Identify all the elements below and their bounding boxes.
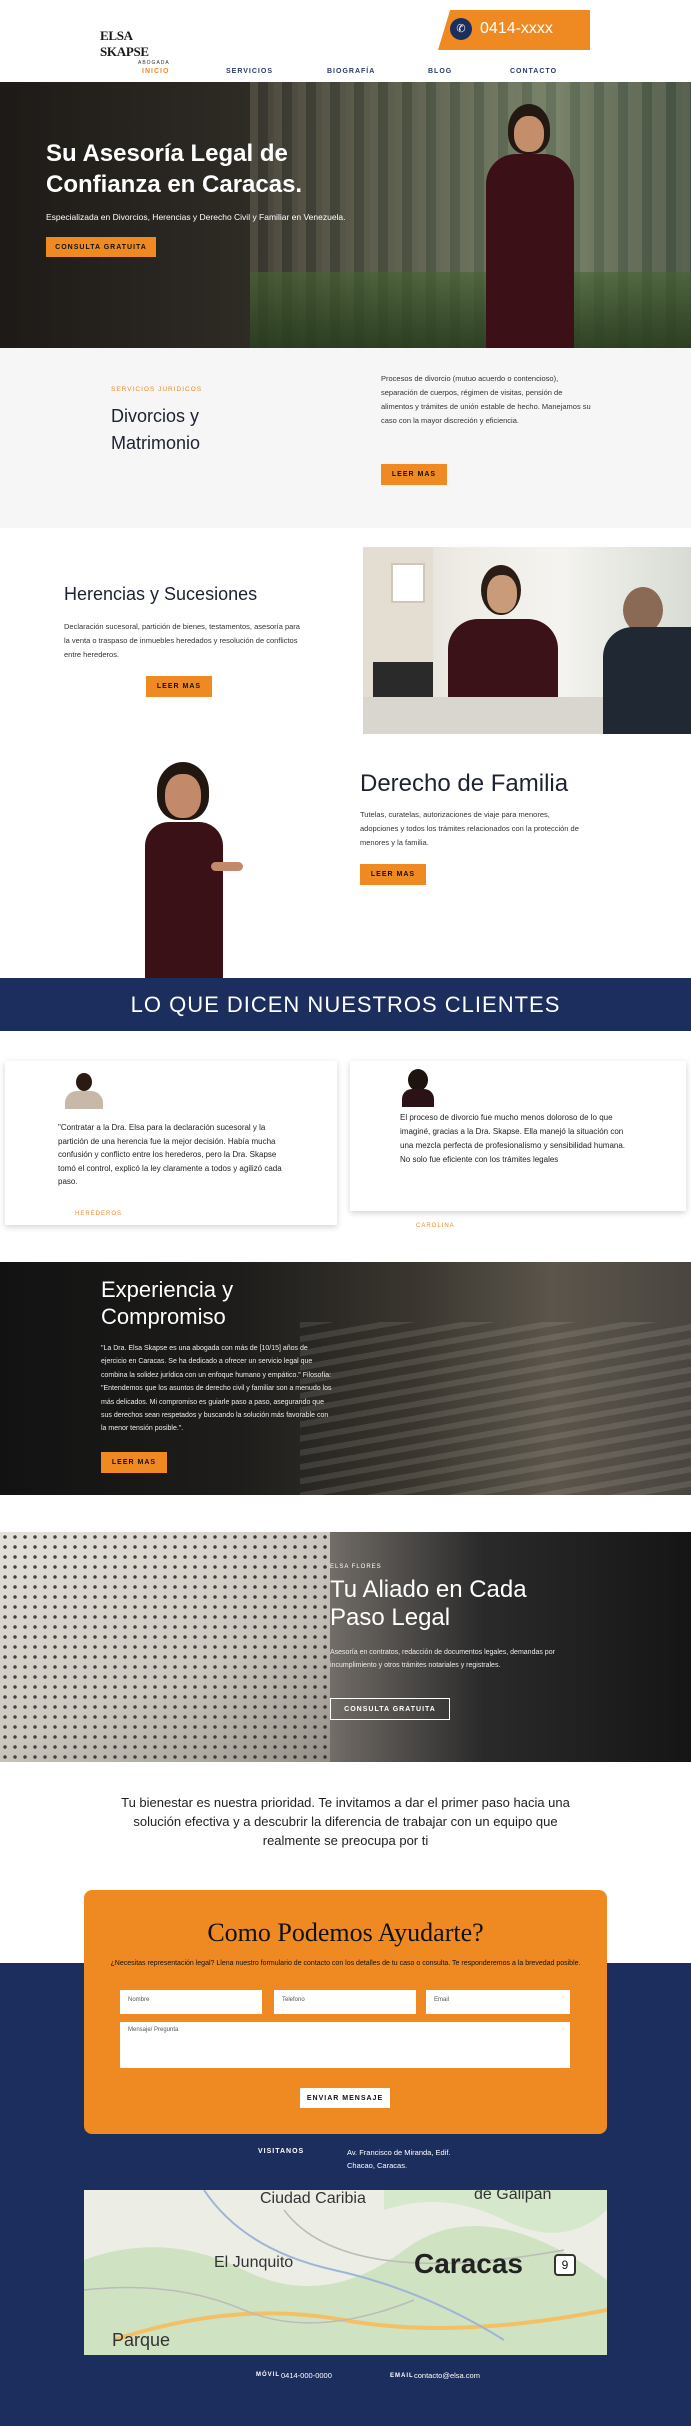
email-field[interactable]: Email [426, 1990, 570, 2014]
testimonial-author: CAROLINA [416, 1223, 455, 1229]
hero-section: Su Asesoría Legal de Confianza en Caraca… [0, 82, 691, 348]
footer-email-label: EMAIL [390, 2373, 414, 2379]
message-field[interactable]: Mensaje/ Pregunta [120, 2022, 570, 2068]
testimonials-banner: LO QUE DICEN NUESTROS CLIENTES [0, 978, 691, 1031]
nav-biografia[interactable]: BIOGRAFÍA [327, 68, 375, 75]
contact-title: Como Podemos Ayudarte? [207, 1918, 484, 1947]
family-section: Derecho de Familia Tutelas, curatelas, a… [0, 738, 691, 978]
footer-email[interactable]: contacto@elsa.com [414, 2371, 480, 2380]
handshake-image [0, 1532, 330, 1762]
testimonial-quote: "Contratar a la Dra. Elsa para la declar… [58, 1123, 282, 1186]
name-field[interactable]: Nombre [120, 1990, 262, 2014]
experience-section: Experiencia y Compromiso "La Dra. Elsa S… [0, 1262, 691, 1495]
logo-sub: ABOGADA [138, 60, 170, 66]
logo[interactable]: ELSA SKAPSE ABOGADA [100, 28, 180, 66]
main-nav: INICIO SERVICIOS BIOGRAFÍA BLOG CONTACTO [0, 68, 691, 78]
divorce-text: Procesos de divorcio (mutuo acuerdo o co… [381, 374, 591, 425]
map-label-el-junquito: El Junquito [214, 2254, 294, 2271]
testimonial-card: "Contratar a la Dra. Elsa para la declar… [5, 1061, 337, 1225]
map-label-caracas: Caracas [414, 2248, 523, 2279]
family-title: Derecho de Familia [360, 770, 569, 797]
footer-mobile[interactable]: 0414-000-0000 [281, 2371, 332, 2380]
hero-lawyer-photo [478, 104, 583, 348]
testimonial-avatar [402, 1069, 434, 1107]
nav-inicio[interactable]: INICIO [142, 68, 169, 75]
ally-text: Asesoría en contratos, redacción de docu… [330, 1649, 555, 1669]
phone-banner[interactable]: ✆ 0414-xxxx [438, 10, 590, 50]
documents-background [300, 1322, 691, 1495]
nav-contacto[interactable]: CONTACTO [510, 68, 557, 75]
inheritance-read-more-button[interactable]: LEER MAS [146, 676, 212, 697]
footer-mobile-label: MÓVIL [256, 2372, 280, 2378]
testimonial-author: HEREDEROS [75, 1211, 123, 1217]
wellbeing-text: Tu bienestar es nuestra prioridad. Te in… [121, 1795, 570, 1848]
visit-label: VISITANOS [258, 2148, 305, 2155]
contact-card: Como Podemos Ayudarte? ¿Necesitas repres… [84, 1890, 607, 2134]
ally-eyebrow: ELSA FLORES [330, 1564, 382, 1570]
testimonials-heading: LO QUE DICEN NUESTROS CLIENTES [130, 991, 561, 1017]
site-header: ELSA SKAPSE ABOGADA ✆ 0414-xxxx INICIO S… [0, 0, 691, 82]
lawyer-pointing-photo [125, 762, 243, 978]
location-map[interactable]: Ciudad Caribia de Galipán El Junquito Ca… [84, 2190, 607, 2355]
experience-title: Experiencia y Compromiso [101, 1277, 234, 1329]
map-label-galipan: de Galipán [474, 2190, 552, 2203]
office-meeting-photo [363, 547, 691, 734]
testimonials-section: "Contratar a la Dra. Elsa para la declar… [0, 1031, 691, 1262]
divorce-eyebrow: SERVICIOS JURIDICOS [111, 386, 203, 393]
phone-icon: ✆ [450, 18, 472, 40]
family-text: Tutelas, curatelas, autorizaciones de vi… [360, 810, 579, 847]
map-label-parque: Parque [112, 2330, 171, 2350]
phone-number: 0414-xxxx [480, 20, 553, 37]
inheritance-title: Herencias y Sucesiones [64, 584, 258, 604]
divorce-title: Divorcios y Matrimonio [111, 406, 201, 453]
logo-name: ELSA SKAPSE [100, 28, 149, 59]
hero-cta-button[interactable]: CONSULTA GRATUITA [46, 237, 156, 257]
hero-greenery [250, 272, 691, 348]
nav-servicios[interactable]: SERVICIOS [226, 68, 273, 75]
divorce-read-more-button[interactable]: LEER MAS [381, 464, 447, 485]
visit-address: Av. Francisco de Miranda, Edif. Chacao, … [347, 2148, 451, 2170]
inheritance-text: Declaración sucesoral, partición de bien… [64, 622, 300, 659]
phone-field[interactable]: Telefono [274, 1990, 416, 2014]
experience-read-more-button[interactable]: LEER MAS [101, 1452, 167, 1473]
family-read-more-button[interactable]: LEER MAS [360, 864, 426, 885]
map-label-ciudad-caribia: Ciudad Caribia [260, 2190, 366, 2207]
hero-title: Su Asesoría Legal de Confianza en Caraca… [46, 140, 303, 198]
hero-subtitle: Especializada en Divorcios, Herencias y … [46, 212, 346, 222]
testimonial-card: El proceso de divorcio fue mucho menos d… [350, 1061, 686, 1229]
experience-text: "La Dra. Elsa Skapse es una abogada con … [101, 1345, 332, 1433]
nav-blog[interactable]: BLOG [428, 68, 452, 75]
contact-intro: ¿Necesitas representación legal? Llena n… [110, 1960, 581, 1967]
testimonial-avatar [63, 1073, 105, 1109]
submit-button[interactable]: ENVIAR MENSAJE [300, 2088, 390, 2108]
map-highway-shield-icon: 9 [554, 2254, 576, 2276]
ally-title: Tu Aliado en Cada Paso Legal [330, 1576, 527, 1631]
testimonial-quote: El proceso de divorcio fue mucho menos d… [400, 1113, 626, 1164]
ally-cta-button[interactable]: CONSULTA GRATUITA [330, 1698, 450, 1720]
inheritance-section: Herencias y Sucesiones Declaración suces… [0, 528, 691, 738]
divorce-section: SERVICIOS JURIDICOS Divorcios y Matrimon… [0, 348, 691, 528]
ally-section: ELSA FLORES Tu Aliado en Cada Paso Legal… [0, 1532, 691, 1762]
